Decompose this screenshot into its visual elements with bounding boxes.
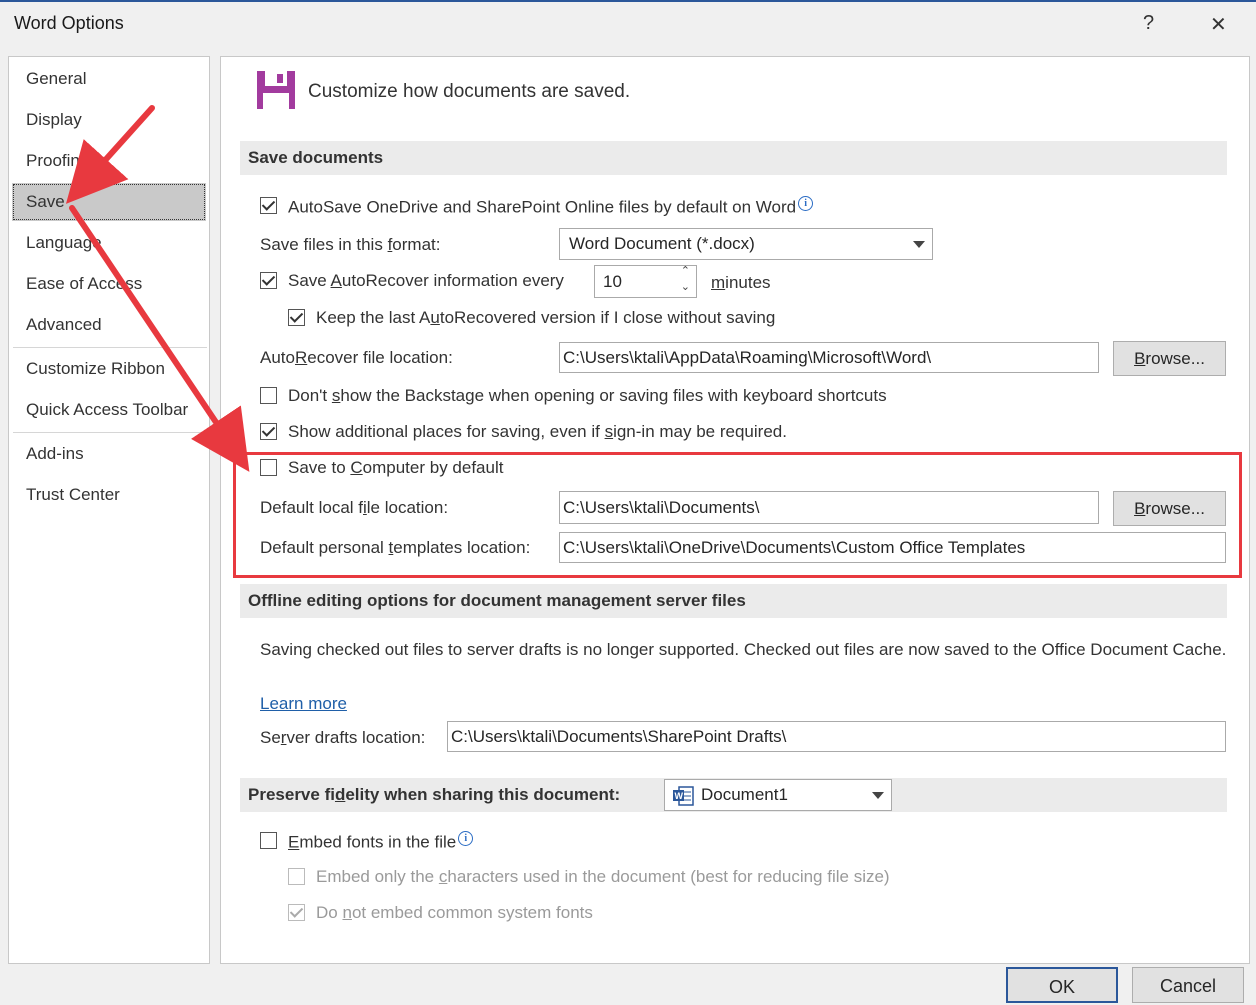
cancel-button[interactable]: Cancel: [1132, 967, 1244, 1003]
annotation-arrows: [65, 105, 250, 472]
arrow-to-highlight-box: [69, 205, 250, 472]
ok-button[interactable]: OK: [1006, 967, 1118, 1003]
arrow-to-save-nav: [65, 105, 155, 204]
